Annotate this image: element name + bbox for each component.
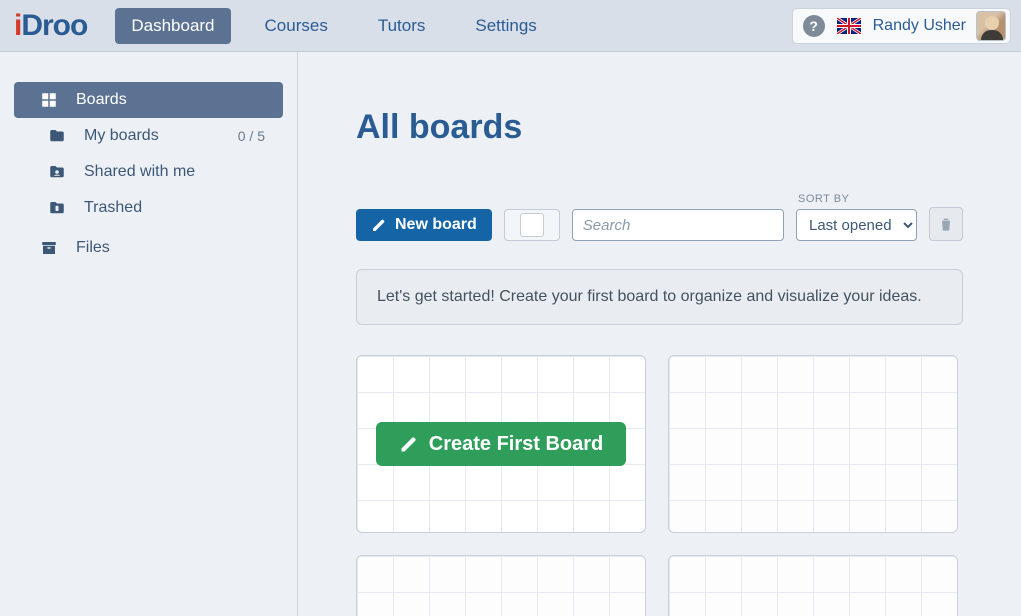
sidebar-item-shared[interactable]: Shared with me (14, 154, 283, 190)
getting-started-banner: Let's get started! Create your first boa… (356, 269, 963, 325)
top-nav: i Droo Dashboard Courses Tutors Settings… (0, 0, 1021, 52)
sidebar-item-label: Trashed (84, 199, 265, 217)
help-icon[interactable]: ? (803, 15, 825, 37)
sort-label: SORT BY (796, 193, 917, 205)
logo-letter-rest: Droo (21, 9, 87, 43)
nav-tutors[interactable]: Tutors (362, 8, 442, 44)
sidebar-item-files[interactable]: Files (14, 230, 283, 266)
sort-group: SORT BY Last opened (796, 193, 917, 241)
sidebar-item-label: My boards (84, 127, 238, 145)
board-cards: Create First Board (356, 355, 963, 616)
user-box: ? Randy Usher (792, 8, 1011, 44)
myboards-count: 0 / 5 (238, 128, 265, 144)
new-board-button[interactable]: New board (356, 209, 492, 241)
archive-icon (40, 239, 60, 257)
board-card-placeholder (668, 355, 958, 533)
pencil-icon (371, 217, 387, 233)
user-name[interactable]: Randy Usher (873, 17, 966, 35)
trash-icon (938, 216, 954, 232)
toolbar: New board SORT BY Last opened (356, 193, 963, 241)
logo[interactable]: i Droo (14, 9, 87, 43)
create-first-button[interactable]: Create First Board (376, 422, 627, 466)
boards-icon (40, 91, 60, 109)
sort-select[interactable]: Last opened (796, 209, 917, 241)
trash-folder-icon (48, 199, 68, 217)
create-first-label: Create First Board (429, 433, 604, 456)
nav-dashboard[interactable]: Dashboard (115, 8, 230, 44)
folder-icon (48, 127, 68, 145)
sidebar-item-trashed[interactable]: Trashed (14, 190, 283, 226)
sidebar: Boards My boards 0 / 5 Shared with me Tr… (0, 52, 298, 616)
page-title: All boards (356, 108, 963, 147)
logo-letter-i: i (14, 9, 21, 43)
pencil-icon (399, 434, 419, 454)
nav-settings[interactable]: Settings (459, 8, 552, 44)
select-all-wrap (504, 209, 560, 241)
trash-button[interactable] (929, 207, 963, 241)
select-all-checkbox[interactable] (520, 213, 544, 237)
new-board-label: New board (395, 216, 477, 234)
nav-courses[interactable]: Courses (249, 8, 344, 44)
create-first-card: Create First Board (356, 355, 646, 533)
main-area: All boards New board SORT BY Last opened (298, 52, 1021, 616)
search-input[interactable] (572, 209, 784, 241)
board-card-placeholder (356, 555, 646, 616)
sidebar-item-boards[interactable]: Boards (14, 82, 283, 118)
avatar[interactable] (976, 11, 1006, 41)
sidebar-item-label: Shared with me (84, 163, 265, 181)
shared-folder-icon (48, 163, 68, 181)
board-card-placeholder (668, 555, 958, 616)
flag-uk-icon[interactable] (837, 18, 861, 34)
sidebar-item-myboards[interactable]: My boards 0 / 5 (14, 118, 283, 154)
sidebar-item-label: Files (76, 239, 265, 257)
sidebar-item-label: Boards (76, 91, 265, 109)
